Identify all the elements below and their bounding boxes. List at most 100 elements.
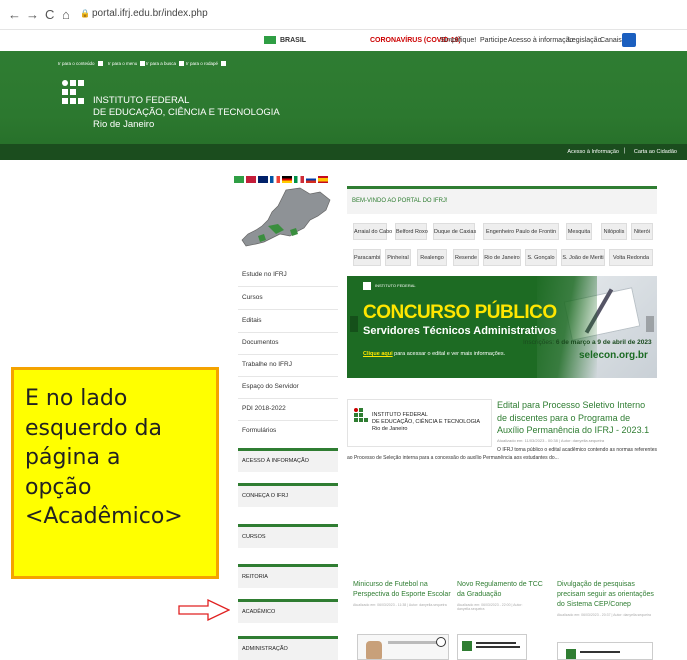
brasil-flag-icon [264,36,276,44]
accessibility-icon[interactable] [622,33,636,47]
campus-button[interactable]: Volta Redonda [609,249,653,266]
news-meta: Atualizado em: 11/03/2023 - 00:38 | Auto… [497,438,605,443]
sidebar-divider [238,354,338,355]
campus-button[interactable]: Paracambi [353,249,381,266]
campus-button[interactable]: Nilópolis [601,223,627,240]
sidebar-item-editais[interactable]: Editais [242,317,262,324]
sidebar-item-cursos[interactable]: Cursos [242,294,263,301]
sidebar-item-servidor[interactable]: Espaço do Servidor [242,383,299,390]
flag-icon-spain[interactable] [246,176,256,183]
forward-icon[interactable]: → [26,7,39,22]
news-logo-line3: Rio de Janeiro [372,426,408,432]
banner-click-text[interactable]: Clique aqui para acessar o edital e ver … [363,351,505,357]
header-title-line1: INSTITUTO FEDERAL [93,95,190,106]
campus-button[interactable]: S. Gonçalo [525,249,557,266]
sidebar-divider [238,398,338,399]
flag-icon-russia[interactable] [306,176,316,183]
main-content: Bem-vindo ao portal do IFRJ! Arraial do … [347,186,657,660]
welcome-bar: Bem-vindo ao portal do IFRJ! [347,186,657,214]
sidebar-section-academico[interactable]: Acadêmico [238,599,338,623]
sidebar-section-reitoria[interactable]: Reitoria [238,564,338,588]
sidebar-item-pdi[interactable]: PDI 2018-2022 [242,405,286,412]
language-flags[interactable] [234,176,328,184]
sidebar-item-formularios[interactable]: Formulários [242,427,276,434]
banner-inscricoes: Inscrições: 6 de março a 9 de abril de 2… [523,339,652,346]
news-title[interactable]: Edital para Processo Seletivo Interno de… [497,399,657,437]
home-icon[interactable]: ⌂ [62,7,70,22]
gov-link-simplifique[interactable]: Simplifique! [440,37,476,44]
campus-button[interactable]: Niterói [631,223,653,240]
card-meta: Atualizado em: 06/03/2023 - 11:38 | Auto… [353,603,447,607]
flag-icon-brazil[interactable] [234,176,244,183]
left-sidebar: Estude no IFRJ Cursos Editais Documentos… [228,172,338,660]
card-thumbnail[interactable] [457,634,527,660]
campus-button[interactable]: Engenheiro Paulo de Frontin [483,223,559,240]
back-icon[interactable]: ← [8,7,21,22]
campus-button[interactable]: Mesquita [566,223,592,240]
campus-button[interactable]: Pinheiral [385,249,411,266]
news-card[interactable]: Divulgação de pesquisas precisam seguir … [557,580,655,617]
gov-link-acesso[interactable]: Acesso à informação [508,37,573,44]
banner-logo-icon [363,282,371,290]
header-title-line2: DE EDUCAÇÃO, CIÊNCIA E TECNOLOGIA [93,107,280,118]
flag-icon-germany[interactable] [282,176,292,183]
reload-icon[interactable]: C [45,7,54,22]
red-arrow-icon [178,599,230,621]
flag-icon-spanish[interactable] [318,176,328,183]
news-card[interactable]: Minicurso de Futebol na Perspectiva do E… [353,580,453,607]
sidebar-divider [238,309,338,310]
campus-button[interactable]: Realengo [417,249,447,266]
carousel-prev-icon[interactable] [350,316,358,332]
news-logo-line2: DE EDUCAÇÃO, CIÊNCIA E TECNOLOGIA [372,419,481,425]
address-bar[interactable]: portal.ifrj.edu.br/index.php [92,8,208,19]
card-meta: Atualizado em: 06/03/2023 - 20:37 | Auto… [557,613,651,617]
gov-link-canais[interactable]: Canais [600,37,622,44]
campus-button[interactable]: Belford Roxo [395,223,428,240]
card-title[interactable]: Novo Regulamento de TCC da Graduação [457,580,547,600]
top-link-carta[interactable]: Carta ao Cidadão [634,149,677,155]
sidebar-item-trabalhe[interactable]: Trabalhe no IFRJ [242,361,292,368]
campus-button[interactable]: Rio de Janeiro [483,249,521,266]
instruction-callout: E no lado esquerdo da página a opção <Ac… [11,367,219,579]
ifrj-logo[interactable] [62,80,88,106]
concurso-banner[interactable]: INSTITUTO FEDERAL CONCURSO PÚBLICO Servi… [347,276,657,378]
sidebar-item-documentos[interactable]: Documentos [242,339,279,346]
gov-link-participe[interactable]: Participe [480,37,507,44]
gov-bar: BRASIL CORONAVÍRUS (COVID-19) Simplifiqu… [0,30,687,51]
sidebar-section-administracao[interactable]: Administração [238,636,338,660]
news-card[interactable]: Novo Regulamento de TCC da Graduação Atu… [457,580,547,611]
skip-footer-link[interactable]: Ir para o rodapé [186,61,227,67]
banner-subtitle: Servidores Técnicos Administrativos [363,325,557,337]
sidebar-section-acesso[interactable]: Acesso à Informação [238,448,338,472]
card-title[interactable]: Minicurso de Futebol na Perspectiva do E… [353,580,453,600]
banner-site[interactable]: selecon.org.br [579,350,648,361]
browser-toolbar: ← → C ⌂ 🔒 portal.ifrj.edu.br/index.php [0,0,687,30]
top-link-acesso[interactable]: Acesso à Informação [567,149,619,155]
news-logo-line1: INSTITUTO FEDERAL [372,412,428,418]
lock-icon: 🔒 [80,9,90,18]
carousel-next-icon[interactable] [646,316,654,332]
card-thumbnail[interactable] [357,634,449,660]
callout-text: E no lado esquerdo da página a opção <Ac… [25,386,183,529]
top-link-divider: | [623,148,625,154]
skip-content-link[interactable]: Ir para o conteúdo [58,61,103,67]
campus-button[interactable]: Resende [453,249,479,266]
campus-button[interactable]: Arraial do Cabo [353,223,392,240]
sidebar-item-estude[interactable]: Estude no IFRJ [242,271,287,278]
rj-state-map[interactable] [238,186,338,258]
news-thumbnail[interactable]: INSTITUTO FEDERAL DE EDUCAÇÃO, CIÊNCIA E… [347,399,492,447]
sidebar-section-cursos[interactable]: Cursos [238,524,338,548]
flag-icon-uk[interactable] [258,176,268,183]
flag-icon-france[interactable] [270,176,280,183]
sidebar-section-conheca[interactable]: Conheça o IFRJ [238,483,338,507]
gov-link-legislacao[interactable]: Legislação [568,37,601,44]
card-thumbnail[interactable] [557,642,653,660]
flag-icon-italy[interactable] [294,176,304,183]
card-title[interactable]: Divulgação de pesquisas precisam seguir … [557,580,655,610]
campus-button[interactable]: S. João de Meriti [561,249,605,266]
gov-brasil-link[interactable]: BRASIL [280,37,306,44]
skip-search-link[interactable]: Ir para a busca [146,61,185,67]
sidebar-divider [238,286,338,287]
skip-menu-link[interactable]: Ir para o menu [108,61,146,67]
campus-button[interactable]: Duque de Caxias [433,223,476,240]
